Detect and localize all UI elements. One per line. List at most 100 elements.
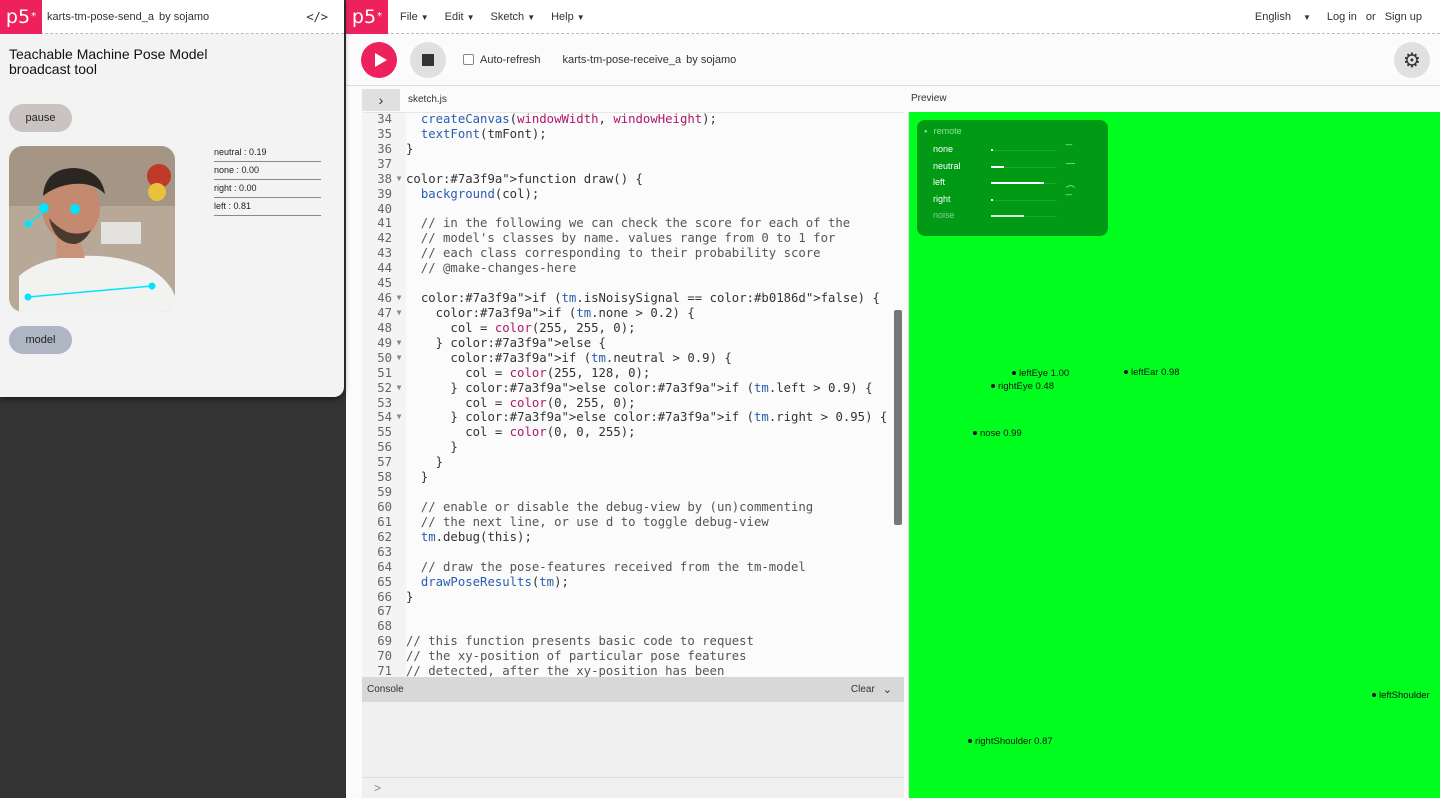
remote-row-label: right [933, 193, 951, 204]
code-text: textFont(tmFont); [420, 126, 547, 141]
fold-arrow-icon[interactable]: ▼ [392, 381, 406, 396]
code-line[interactable]: 59 [362, 485, 904, 500]
code-text: col = color(255, 128, 0); [406, 365, 651, 380]
line-number: 56 [377, 440, 392, 455]
code-text: } color:#7a3f9a">else color:#7a3f9a">if … [406, 410, 888, 425]
code-line[interactable]: 37 [362, 157, 904, 172]
code-line[interactable]: 43 // each class corresponding to their … [362, 246, 904, 261]
chevron-down-icon[interactable]: ⌄ [883, 683, 892, 696]
keypoint-right-shoulder: rightShoulder 0.87 [968, 736, 1053, 747]
line-number: 41 [377, 216, 392, 231]
code-line[interactable]: 66} [362, 590, 904, 605]
code-line[interactable]: 70 // the xy-position of particular pose … [362, 649, 904, 664]
code-line[interactable]: 38 ▼ color:#7a3f9a">function draw() { [362, 172, 904, 187]
code-line[interactable]: 47 ▼ color:#7a3f9a">if (tm.none > 0.2) { [362, 306, 904, 321]
send-sketch-name[interactable]: karts-tm-pose-send_a [47, 11, 154, 23]
toolbar: Auto-refresh karts-tm-pose-receive_a by s… [346, 34, 1440, 86]
code-line[interactable]: 67 [362, 604, 904, 619]
auto-refresh-label: Auto-refresh [480, 53, 541, 66]
play-button[interactable] [361, 41, 397, 78]
code-line[interactable]: 55 col = color(0, 0, 255); [362, 425, 904, 440]
code-line[interactable]: 68 [362, 619, 904, 634]
line-number: 69 [377, 634, 392, 649]
line-number: 35 [377, 126, 392, 141]
p5-logo-main[interactable]: p5 * [346, 0, 388, 34]
preview-label: Preview [911, 93, 947, 104]
language-select[interactable]: English ▼ [1246, 11, 1311, 23]
code-line[interactable]: 39 background(col); [362, 187, 904, 202]
code-line[interactable]: 44 // @make-changes-here [362, 261, 904, 276]
code-editor[interactable]: 34 createCanvas(windowWidth, windowHeigh… [362, 112, 904, 677]
code-line[interactable]: 51 col = color(255, 128, 0); [362, 366, 904, 381]
fold-arrow-icon[interactable]: ▼ [392, 306, 406, 321]
code-line[interactable]: 56 } [362, 440, 904, 455]
code-line[interactable]: 42 // model's classes by name. values ra… [362, 231, 904, 246]
p5-logo[interactable]: p5 * [0, 0, 42, 34]
receive-sketch-author[interactable]: sojamo [701, 54, 736, 66]
code-line[interactable]: 65 drawPoseResults(tm); [362, 575, 904, 590]
signup-link[interactable]: Sign up [1385, 11, 1422, 23]
code-view-icon[interactable]: </> [306, 10, 328, 24]
code-line[interactable]: 64 // draw the pose-features received fr… [362, 560, 904, 575]
remote-bar-fill [991, 198, 993, 201]
model-button[interactable]: model [9, 326, 72, 354]
code-line[interactable]: 41 // in the following we can check the … [362, 216, 904, 231]
menu-help[interactable]: Help ▼ [551, 11, 585, 23]
code-text: color:#7a3f9a">if (tm.none > 0.2) { [435, 305, 695, 320]
code-line[interactable]: 57 } [362, 455, 904, 470]
menu-file[interactable]: File ▼ [400, 11, 429, 23]
sidebar-toggle-chevron-icon[interactable]: › [362, 88, 400, 111]
menu-edit[interactable]: Edit ▼ [445, 11, 475, 23]
fold-arrow-icon[interactable]: ▼ [392, 172, 406, 187]
menu-sketch[interactable]: Sketch ▼ [491, 11, 536, 23]
console-output [362, 702, 904, 777]
code-line[interactable]: 54 ▼ } color:#7a3f9a">else color:#7a3f9a"… [362, 410, 904, 425]
code-line[interactable]: 40 [362, 202, 904, 217]
score-none: none : 0.00 [214, 162, 321, 180]
code-line[interactable]: 52 ▼ } color:#7a3f9a">else color:#7a3f9a"… [362, 381, 904, 396]
code-line[interactable]: 58 } [362, 470, 904, 485]
console-clear[interactable]: Clear ⌄ [851, 683, 892, 696]
clear-button[interactable]: Clear [851, 684, 875, 695]
receive-sketch-name[interactable]: karts-tm-pose-receive_a [563, 54, 682, 66]
code-line[interactable]: 34 createCanvas(windowWidth, windowHeigh… [362, 113, 904, 127]
code-line[interactable]: 36} [362, 142, 904, 157]
code-line[interactable]: 46 ▼ color:#7a3f9a">if (tm.isNoisySignal … [362, 291, 904, 306]
code-line[interactable]: 35 textFont(tmFont); [362, 127, 904, 142]
line-number: 40 [377, 201, 392, 216]
auto-refresh-checkbox[interactable] [463, 54, 474, 65]
code-line[interactable]: 48 col = color(255, 255, 0); [362, 321, 904, 336]
fold-arrow-icon[interactable]: ▼ [392, 410, 406, 425]
code-line[interactable]: 49 ▼ } color:#7a3f9a">else { [362, 336, 904, 351]
fold-arrow-icon[interactable]: ▼ [392, 351, 406, 366]
line-number: 39 [377, 186, 392, 201]
pause-button[interactable]: pause [9, 104, 72, 132]
send-sketch-author[interactable]: sojamo [174, 11, 209, 23]
code-line[interactable]: 71 // detected, after the xy-position has… [362, 664, 904, 677]
code-line[interactable]: 69 // this function presents basic code t… [362, 634, 904, 649]
code-line[interactable]: 50 ▼ color:#7a3f9a">if (tm.neutral > 0.9)… [362, 351, 904, 366]
auto-refresh[interactable]: Auto-refresh [463, 54, 541, 66]
code-line[interactable]: 61 // the next line, or use d to toggle … [362, 515, 904, 530]
line-number: 36 [377, 141, 392, 156]
code-lines[interactable]: 34 createCanvas(windowWidth, windowHeigh… [362, 113, 904, 677]
settings-gear-icon[interactable]: ⚙ [1394, 42, 1430, 78]
code-line[interactable]: 60 // enable or disable the debug-view b… [362, 500, 904, 515]
code-line[interactable]: 63 [362, 545, 904, 560]
login-link[interactable]: Log in [1327, 11, 1357, 23]
code-line[interactable]: 53 col = color(0, 255, 0); [362, 396, 904, 411]
receive-sketch-by: by [686, 53, 698, 66]
main-menu: File ▼ Edit ▼ Sketch ▼ Help ▼ [400, 11, 601, 23]
code-line[interactable]: 62 tm.debug(this); [362, 530, 904, 545]
remote-row-label: noise [933, 210, 955, 220]
code-line[interactable]: 45 [362, 276, 904, 291]
editor-scrollbar[interactable] [894, 310, 902, 525]
preview-canvas[interactable]: remote none ‾‾ neutral ﹋ left ︵ right ‾‾ noise l… [908, 112, 1440, 798]
console-input[interactable]: > [362, 777, 904, 798]
stop-button[interactable] [410, 41, 446, 78]
fold-arrow-icon[interactable]: ▼ [392, 336, 406, 351]
line-number: 44 [377, 261, 392, 276]
code-text: // the xy-position of particular pose fe… [406, 649, 747, 664]
fold-arrow-icon[interactable]: ▼ [392, 291, 406, 306]
file-tab-sketch[interactable]: sketch.js [408, 94, 447, 105]
